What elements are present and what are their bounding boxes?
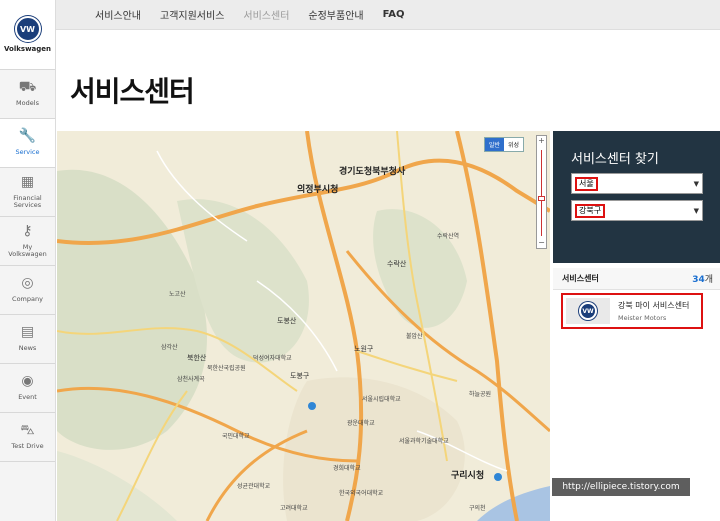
result-thumbnail	[566, 298, 610, 324]
map-type-satellite[interactable]: 위성	[504, 138, 523, 151]
zoom-control[interactable]: + −	[536, 135, 547, 249]
chevron-down-icon: ▼	[693, 180, 699, 188]
nav-faq[interactable]: FAQ	[383, 9, 405, 20]
sidebar-item-label: My Volkswagen	[8, 242, 47, 258]
watermark: http://ellipiece.tistory.com	[552, 478, 690, 496]
map-label-gk: 구의천	[469, 505, 486, 512]
sidebar-item-label: Company	[12, 295, 43, 304]
map-label-city-hall: 의정부시청	[297, 185, 339, 195]
map-label-sk: 성균관대학교	[237, 483, 271, 490]
map-label-camp: 삼천사계곡	[177, 376, 205, 383]
globe-icon: ◎	[21, 275, 34, 292]
calculator-icon: ▦	[20, 173, 35, 190]
map-label-kj: 고려대학교	[280, 505, 308, 512]
zoom-out-button[interactable]: −	[537, 238, 546, 248]
sidebar-item-models[interactable]: ⛟ Models	[0, 70, 55, 119]
district-select[interactable]: 강북구 ▼	[571, 200, 703, 221]
brand-logo[interactable]: Volkswagen	[0, 0, 55, 70]
map-label-mountain1: 북한산	[187, 354, 207, 362]
map-label-hk: 한국외국어대학교	[339, 490, 384, 497]
map-label-mountain3: 수락산	[387, 260, 407, 268]
nav-service-center[interactable]: 서비스센터	[243, 7, 289, 22]
sidebar-item-label: Service	[15, 148, 40, 157]
page-title: 서비스센터	[70, 75, 195, 108]
sidebar-item-test-drive[interactable]: ⛍ Test Drive	[0, 413, 55, 462]
map-label-gov: 경기도청북부청사	[339, 167, 406, 177]
finder-title: 서비스센터 찾기	[571, 152, 659, 167]
sidebar-item-label: Event	[18, 393, 37, 402]
test-drive-icon: ⛍	[20, 422, 35, 439]
map-label-guri: 구리시청	[451, 471, 485, 481]
region-select[interactable]: 서울 ▼	[571, 173, 703, 194]
sidebar-item-label: Models	[16, 99, 39, 108]
zoom-track[interactable]	[541, 150, 542, 236]
zoom-slider-handle[interactable]	[538, 196, 545, 201]
map-label-suraksan: 수락산역	[437, 233, 460, 240]
result-item[interactable]: 강북 마이 서비스센터 Meister Motors	[561, 293, 703, 329]
sidebar-item-label: News	[18, 344, 37, 353]
event-icon: ◉	[21, 373, 34, 390]
map-label-km: 국민대학교	[222, 433, 250, 440]
service-center-map[interactable]: 경기도청북부청사 의정부시청 구리시청 북한산 삼천사계곡 도봉산 수락산 노고…	[57, 131, 550, 521]
sidebar: Volkswagen ⛟ Models 🔧 Service ▦ Financial Ser…	[0, 0, 56, 521]
top-navigation: 서비스안내 고객지원서비스 서비스센터 순정부품안내 FAQ	[56, 0, 720, 30]
map-label-mountain5: 불암산	[406, 333, 423, 340]
map-label-sammy: 삼각산	[161, 344, 178, 351]
sidebar-item-label: Financial Services	[13, 193, 42, 209]
region-selected-value: 서울	[575, 177, 598, 191]
service-center-finder: 서비스센터 찾기 서울 ▼ 강북구 ▼	[553, 131, 720, 263]
result-name: 강북 마이 서비스센터	[618, 301, 690, 310]
results-count: 34개	[692, 272, 713, 285]
map-label-dk: 덕성여자대학교	[253, 355, 292, 362]
sidebar-item-event[interactable]: ◉ Event	[0, 364, 55, 413]
map-label-dobong: 도봉구	[290, 372, 310, 380]
map-label-park: 북한산국립공원	[207, 365, 246, 372]
map-type-normal[interactable]: 일반	[484, 138, 504, 151]
news-icon: ▤	[20, 324, 35, 341]
zoom-in-button[interactable]: +	[537, 136, 546, 146]
sidebar-item-company[interactable]: ◎ Company	[0, 266, 55, 315]
vw-logo-icon	[579, 302, 597, 320]
map-label-kh: 경희대학교	[333, 465, 361, 472]
map-label-nowon: 노원구	[354, 345, 374, 353]
map-type-toggle[interactable]: 일반 위성	[483, 137, 524, 152]
results-header: 서비스센터 34개	[553, 268, 720, 290]
district-selected-value: 강북구	[575, 204, 606, 218]
sidebar-item-service[interactable]: 🔧 Service	[0, 119, 55, 168]
map-label-mountain4: 노고산	[169, 291, 186, 298]
key-icon: ⚷	[22, 222, 33, 239]
map-label-haneul: 하늘공원	[469, 391, 492, 398]
results-title: 서비스센터	[562, 274, 599, 283]
nav-service-guide[interactable]: 서비스안내	[95, 7, 141, 22]
map-label-kw: 광운대학교	[347, 420, 375, 427]
map-label-sw: 서울과학기술대학교	[399, 438, 449, 445]
results-count-unit: 개	[704, 275, 713, 285]
wrench-icon: 🔧	[18, 128, 37, 145]
map-label-mountain2: 도봉산	[277, 317, 297, 325]
nav-customer-support[interactable]: 고객지원서비스	[160, 7, 224, 22]
sidebar-item-financial-services[interactable]: ▦ Financial Services	[0, 168, 55, 217]
result-subtitle: Meister Motors	[618, 314, 667, 322]
vw-logo-icon	[14, 16, 41, 42]
sidebar-item-my-volkswagen[interactable]: ⚷ My Volkswagen	[0, 217, 55, 266]
sidebar-item-label: Test Drive	[11, 442, 44, 451]
car-icon: ⛟	[18, 79, 37, 96]
map-label-seoul: 서울시립대학교	[362, 396, 401, 403]
chevron-down-icon: ▼	[693, 207, 699, 215]
nav-genuine-parts[interactable]: 순정부품안내	[308, 7, 363, 22]
sidebar-item-news[interactable]: ▤ News	[0, 315, 55, 364]
results-count-number: 34	[692, 275, 705, 285]
logo-text: Volkswagen	[4, 45, 51, 53]
